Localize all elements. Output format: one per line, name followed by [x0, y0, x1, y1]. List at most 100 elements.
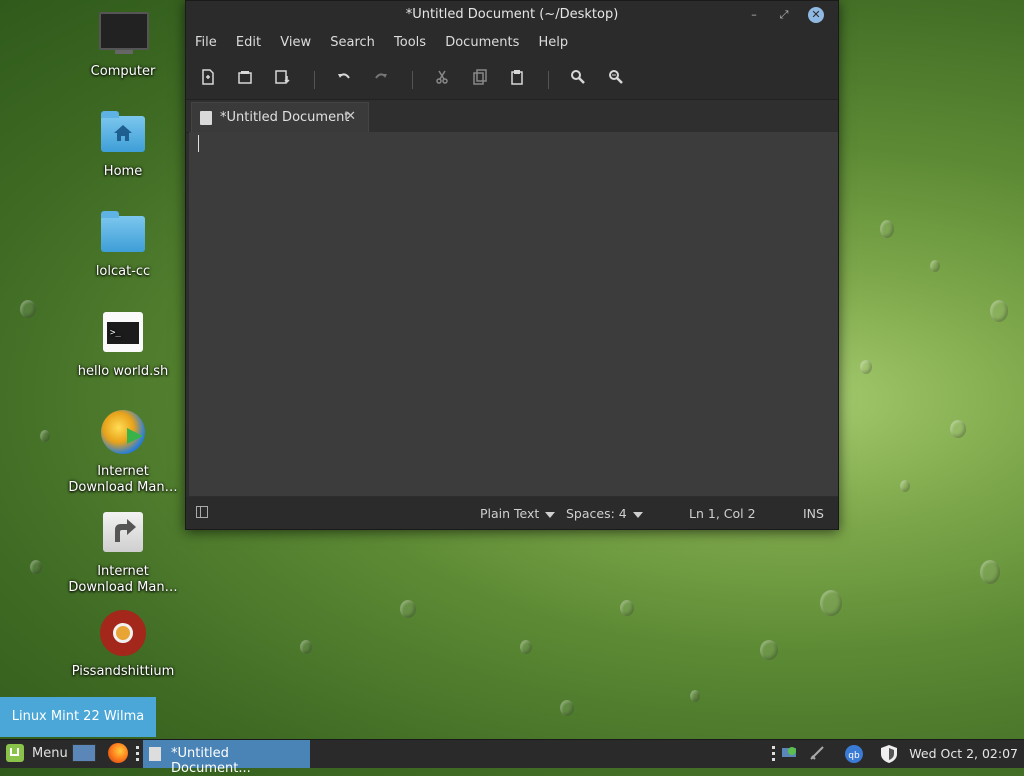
raindrop	[20, 300, 36, 318]
raindrop	[880, 220, 894, 238]
home-folder-icon	[99, 110, 147, 158]
raindrop	[520, 640, 532, 654]
desktop-icon-label: Computer	[90, 64, 156, 79]
paste-icon[interactable]	[507, 69, 527, 89]
raindrop	[980, 560, 1000, 584]
desktop-icon-idm-shortcut[interactable]: Internet Download Man…	[63, 510, 183, 596]
shortcut-icon	[99, 510, 147, 558]
toolbar-separator	[548, 71, 549, 89]
close-tab-icon[interactable]: ✕	[345, 109, 356, 124]
desktop-icon-label: Internet Download Man…	[68, 464, 178, 495]
close-window-button[interactable]: ✕	[808, 7, 824, 23]
copy-icon[interactable]	[470, 69, 490, 89]
toolbar-separator	[412, 71, 413, 89]
menu-help[interactable]: Help	[538, 29, 568, 50]
svg-text:qb: qb	[848, 751, 860, 761]
chromium-icon	[99, 610, 147, 658]
raindrop	[30, 560, 42, 574]
language-label: Plain Text	[480, 506, 540, 521]
raindrop	[620, 600, 634, 616]
chevron-down-icon	[632, 511, 643, 518]
tab-label: *Untitled Document	[220, 110, 350, 125]
document-icon	[149, 747, 161, 761]
menu-documents[interactable]: Documents	[445, 29, 519, 50]
text-editor-window: *Untitled Document (~/Desktop) – ⤢ ✕ Fil…	[185, 0, 839, 530]
raindrop	[690, 690, 700, 702]
desktop-icon-lolcat[interactable]: lolcat-cc	[63, 210, 183, 280]
desktop-icon-label: Internet Download Man…	[68, 564, 178, 595]
desktop-icon-chromium[interactable]: Pissandshittium	[63, 610, 183, 680]
clock[interactable]: Wed Oct 2, 02:07	[909, 746, 1018, 761]
shield-icon[interactable]	[879, 744, 899, 764]
undo-icon[interactable]	[334, 69, 354, 89]
qbittorrent-icon[interactable]: qb	[844, 744, 864, 764]
find-icon[interactable]	[568, 69, 588, 89]
redo-icon[interactable]	[371, 69, 391, 89]
desktop-icon-label: hello world.sh	[77, 364, 169, 379]
menu-edit[interactable]: Edit	[236, 29, 261, 50]
firefox-icon[interactable]	[108, 743, 128, 763]
os-notification[interactable]: Linux Mint 22 Wilma	[0, 697, 156, 737]
update-manager-icon[interactable]	[780, 744, 800, 764]
open-icon[interactable]	[235, 69, 255, 89]
menu-tools[interactable]: Tools	[394, 29, 426, 50]
mint-logo-icon[interactable]	[6, 744, 24, 762]
menu-search[interactable]: Search	[330, 29, 375, 50]
desktop-icon-label: Pissandshittium	[71, 664, 175, 679]
network-icon[interactable]	[808, 744, 828, 764]
menu-file[interactable]: File	[195, 29, 217, 50]
toolbar	[186, 57, 838, 100]
raindrop	[760, 640, 778, 660]
raindrop	[860, 360, 872, 374]
raindrop	[930, 260, 940, 272]
cursor-position: Ln 1, Col 2	[689, 506, 756, 521]
terminal-script-icon: >_	[99, 310, 147, 358]
text-editor-area[interactable]	[189, 132, 838, 496]
taskbar-item-label: *Untitled Document...	[171, 746, 251, 776]
raindrop	[820, 590, 842, 616]
idm-icon	[99, 410, 147, 458]
language-selector[interactable]: Plain Text	[480, 506, 556, 521]
desktop-icon-home[interactable]: Home	[63, 110, 183, 180]
taskbar-item-text-editor[interactable]: *Untitled Document...	[143, 740, 310, 776]
maximize-button[interactable]: ⤢	[776, 7, 792, 23]
tab-width-selector[interactable]: Spaces: 4	[566, 506, 643, 521]
cut-icon[interactable]	[432, 69, 452, 89]
raindrop	[900, 480, 910, 492]
tab-bar: *Untitled Document ✕	[186, 100, 838, 133]
window-title: *Untitled Document (~/Desktop)	[405, 7, 619, 22]
raindrop	[300, 640, 312, 654]
desktop-icon-label: Home	[103, 164, 143, 179]
new-document-icon[interactable]	[198, 69, 218, 89]
minimize-button[interactable]: –	[746, 7, 762, 23]
raindrop	[400, 600, 416, 618]
window-titlebar[interactable]: *Untitled Document (~/Desktop) – ⤢ ✕	[186, 1, 838, 29]
chevron-down-icon	[545, 511, 556, 518]
start-menu-button[interactable]: Menu	[32, 746, 68, 761]
save-icon[interactable]	[272, 69, 292, 89]
tab-width-label: Spaces: 4	[566, 506, 627, 521]
desktop-icon-computer[interactable]: Computer	[63, 10, 183, 80]
computer-icon	[99, 10, 149, 58]
folder-icon	[99, 210, 147, 258]
raindrop	[40, 430, 50, 442]
tab-untitled-document[interactable]: *Untitled Document ✕	[191, 102, 369, 132]
panel-handle-icon	[136, 746, 139, 762]
toolbar-separator	[314, 71, 315, 89]
insert-mode: INS	[803, 506, 824, 521]
desktop-icon-idm[interactable]: Internet Download Man…	[63, 410, 183, 496]
menu-bar: File Edit View Search Tools Documents He…	[186, 29, 838, 57]
raindrop	[560, 700, 574, 716]
show-desktop-icon[interactable]	[72, 744, 96, 762]
taskbar: Menu *Untitled Document... qb Wed Oct 2,…	[0, 739, 1024, 776]
menu-view[interactable]: View	[280, 29, 311, 50]
desktop-icon-hello-world[interactable]: >_ hello world.sh	[63, 310, 183, 380]
side-panel-toggle-icon[interactable]	[196, 506, 208, 518]
raindrop	[950, 420, 966, 438]
status-bar: Plain Text Spaces: 4 Ln 1, Col 2 INS	[186, 497, 838, 529]
document-icon	[200, 111, 212, 125]
text-cursor	[198, 135, 199, 152]
find-replace-icon[interactable]	[606, 69, 626, 89]
desktop-icon-label: lolcat-cc	[95, 264, 151, 279]
raindrop	[990, 300, 1008, 322]
